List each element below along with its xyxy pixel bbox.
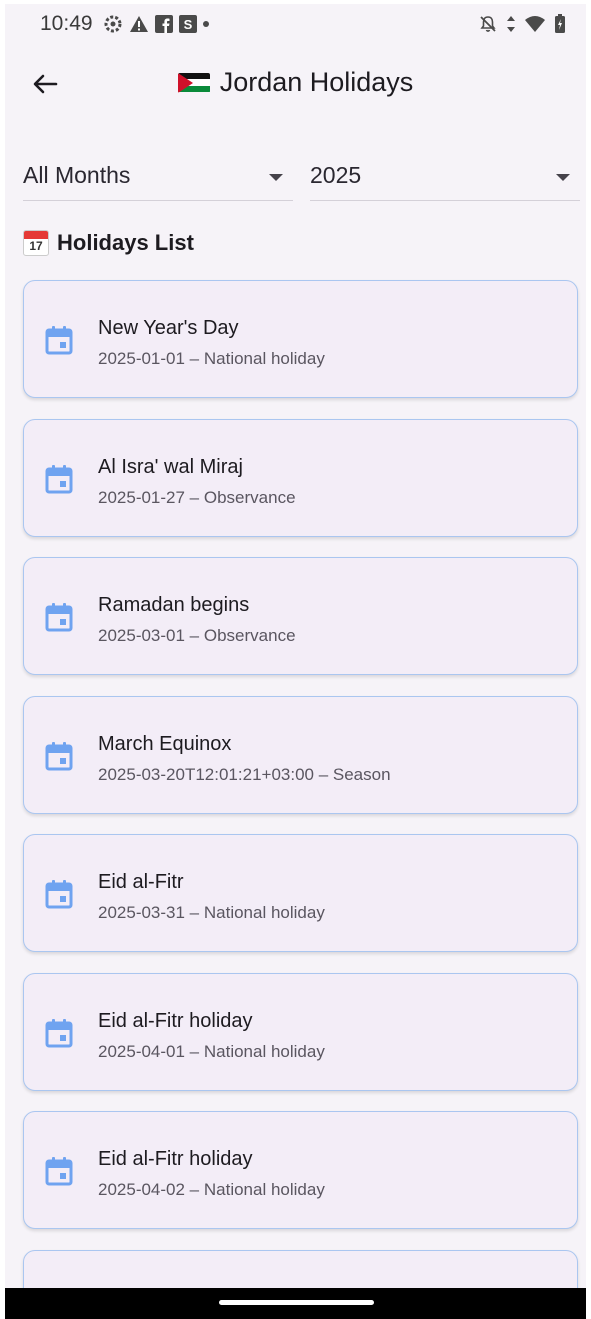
calendar-icon xyxy=(45,1018,73,1047)
holiday-card[interactable]: Eid al-Fitr holiday 2025-04-01 – National… xyxy=(23,972,578,1091)
holiday-detail: 2025-03-01 – Observance xyxy=(98,626,296,645)
notification-icons: S xyxy=(103,14,209,34)
chevron-down-icon xyxy=(556,174,570,181)
holiday-name: Al Isra' wal Miraj xyxy=(98,455,243,478)
calendar-icon xyxy=(45,880,73,909)
holiday-card[interactable]: Ramadan begins 2025-03-01 – Observance xyxy=(23,557,578,675)
holiday-name: March Equinox xyxy=(98,732,232,755)
title-group: Jordan Holidays xyxy=(5,67,586,98)
holiday-name: Eid al-Fitr holiday xyxy=(98,1009,253,1032)
month-dropdown[interactable]: All Months xyxy=(23,154,293,201)
calendar-icon xyxy=(45,326,73,355)
battery-icon xyxy=(555,14,565,33)
holiday-detail: 2025-03-20T12:01:21+03:00 – Season xyxy=(98,764,391,784)
holiday-card[interactable]: Eid al-Fitr 2025-03-31 – National holiday xyxy=(23,834,578,952)
holiday-name: Eid al-Fitr xyxy=(98,871,184,893)
status-time: 10:49 xyxy=(40,12,93,35)
year-dropdown[interactable]: 2025 xyxy=(310,154,580,201)
bell-off-icon xyxy=(480,16,496,32)
holiday-detail: 2025-03-31 – National holiday xyxy=(98,903,325,922)
more-notifications-icon xyxy=(203,21,209,27)
data-arrows-icon xyxy=(507,16,515,32)
calendar-icon xyxy=(45,1157,73,1186)
holiday-card[interactable]: Eid al-Fitr holiday 2025-04-02 – National… xyxy=(23,1111,578,1229)
app-bar: Jordan Holidays xyxy=(5,54,586,114)
holiday-name: Ramadan begins xyxy=(98,594,250,616)
year-dropdown-value: 2025 xyxy=(310,162,362,188)
calendar-icon xyxy=(45,741,73,770)
screen: 10:49 S Jordan Holidays All Months 2025 xyxy=(5,4,586,1288)
system-icons xyxy=(478,14,566,34)
holiday-detail: 2025-01-27 – Observance xyxy=(98,487,296,507)
section-title: Holidays List xyxy=(57,230,194,255)
holiday-card[interactable]: New Year's Day 2025-01-01 – National holi… xyxy=(23,280,578,398)
holiday-detail: 2025-04-01 – National holiday xyxy=(98,1041,325,1061)
chevron-down-icon xyxy=(269,174,283,181)
calendar-icon xyxy=(45,464,73,493)
warning-icon xyxy=(130,16,148,32)
calendar-emoji-icon: 17 xyxy=(23,230,49,256)
facebook-icon xyxy=(155,15,173,33)
holiday-card[interactable]: Al Isra' wal Miraj 2025-01-27 – Observanc… xyxy=(23,418,578,537)
holiday-name: New Year's Day xyxy=(98,317,239,339)
s-app-icon: S xyxy=(179,15,197,33)
holiday-detail: 2025-01-01 – National holiday xyxy=(98,349,325,368)
wifi-icon xyxy=(525,16,545,32)
holiday-detail: 2025-04-02 – National holiday xyxy=(98,1180,325,1199)
home-gesture-handle[interactable] xyxy=(219,1300,374,1305)
holiday-name: Eid al-Fitr holiday xyxy=(98,1148,253,1170)
page-title: Jordan Holidays xyxy=(219,67,414,97)
navigation-bar xyxy=(5,1288,586,1319)
holiday-card[interactable]: March Equinox 2025-03-20T12:01:21+03:00 –… xyxy=(23,695,578,814)
status-bar: 10:49 S xyxy=(5,4,586,44)
month-dropdown-value: All Months xyxy=(23,162,131,188)
calendar-icon xyxy=(45,603,73,632)
holiday-card[interactable] xyxy=(23,1249,578,1288)
section-header: 17 Holidays List xyxy=(23,230,194,256)
jordan-flag-icon xyxy=(177,72,210,93)
gear-icon xyxy=(104,15,122,33)
